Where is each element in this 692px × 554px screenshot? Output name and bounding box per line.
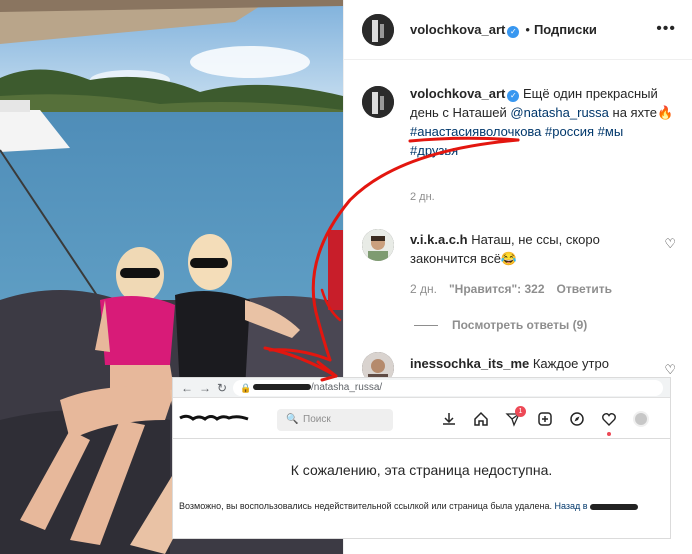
comment-timestamp[interactable]: 2 дн.	[410, 282, 437, 296]
error-title: К сожалению, эта страница недоступна.	[290, 462, 553, 478]
home-icon[interactable]	[472, 410, 490, 428]
replies-divider-line	[414, 325, 438, 327]
redacted-scribble	[253, 384, 311, 391]
author-line: volochkova_art ✓ • Подписки	[410, 22, 597, 38]
back-to-instagram-link[interactable]: Назад в	[555, 501, 588, 511]
like-comment-heart-icon[interactable]: ♡	[664, 236, 676, 252]
browser-toolbar: ← → ↻ 🔒 /natasha_russa/	[173, 378, 670, 398]
reload-icon[interactable]: ↻	[217, 381, 227, 395]
hashtag-link[interactable]: #друзья	[410, 143, 458, 158]
search-icon: 🔍	[286, 414, 299, 425]
hashtag-link[interactable]: #мы	[598, 124, 624, 139]
comment-item: inessochka_its_me Каждое утро	[410, 356, 609, 371]
instagram-navbar: 🔍 Поиск 1	[173, 399, 670, 439]
following-button[interactable]: Подписки	[534, 22, 597, 37]
author-username[interactable]: volochkova_art	[410, 22, 505, 37]
download-icon[interactable]	[440, 410, 458, 428]
instagram-logo-redacted	[179, 414, 249, 421]
new-post-icon[interactable]	[536, 410, 554, 428]
comment-username[interactable]: inessochka_its_me	[410, 356, 529, 371]
caption-mention-link[interactable]: @natasha_russa	[510, 105, 608, 120]
comment-likes[interactable]: "Нравится": 322	[449, 282, 545, 296]
comment-item: v.i.k.a.c.h Наташ, не ссы, скоро закончи…	[410, 230, 650, 268]
post-header: volochkova_art ✓ • Подписки •••	[344, 0, 692, 60]
redacted-scribble	[589, 503, 638, 510]
notifications-badge: 1	[515, 406, 526, 417]
comment-meta: 2 дн. "Нравится": 322 Ответить	[410, 282, 624, 296]
commenter-avatar[interactable]	[362, 229, 394, 261]
hashtag-link[interactable]: #анастасияволочкова	[410, 124, 541, 139]
author-avatar[interactable]	[362, 14, 394, 46]
comment-text: Каждое утро	[532, 356, 609, 371]
like-comment-heart-icon[interactable]: ♡	[664, 362, 676, 378]
separator-dot: •	[525, 22, 530, 37]
caption-author-avatar[interactable]	[362, 86, 394, 118]
caption-username[interactable]: volochkova_art	[410, 86, 505, 101]
forward-arrow-icon[interactable]: →	[199, 381, 211, 395]
view-replies-button[interactable]: Посмотреть ответы (9)	[414, 318, 587, 332]
lock-icon: 🔒	[240, 383, 252, 393]
more-options-icon[interactable]: •••	[656, 20, 676, 38]
error-message: Возможно, вы воспользовались недействите…	[179, 501, 666, 511]
search-placeholder: Поиск	[303, 414, 331, 425]
activity-indicator-dot	[607, 432, 611, 436]
inset-browser-screenshot: ← → ↻ 🔒 /natasha_russa/ 🔍 Поиск 1 К сожа…	[172, 377, 671, 539]
caption-timestamp[interactable]: 2 дн.	[410, 191, 435, 203]
url-path: /natasha_russa/	[311, 382, 383, 393]
explore-compass-icon[interactable]	[568, 410, 586, 428]
verified-badge-icon: ✓	[507, 90, 520, 102]
caption-text-2: на яхте🔥	[612, 105, 674, 120]
address-bar[interactable]: 🔒 /natasha_russa/	[233, 380, 663, 396]
search-input[interactable]: 🔍 Поиск	[277, 409, 393, 431]
hashtag-link[interactable]: #россия	[545, 124, 594, 139]
back-arrow-icon[interactable]: ←	[181, 381, 193, 395]
profile-avatar-icon[interactable]	[632, 410, 650, 428]
navbar-icons: 1	[440, 406, 650, 429]
comment-username[interactable]: v.i.k.a.c.h	[410, 232, 468, 247]
error-text: Возможно, вы воспользовались недействите…	[179, 501, 552, 511]
reply-button[interactable]: Ответить	[557, 282, 612, 296]
post-caption: volochkova_art ✓ Ещё один прекрасный день…	[410, 84, 678, 160]
direct-messages-icon[interactable]: 1	[504, 406, 526, 428]
activity-heart-icon[interactable]	[600, 410, 618, 428]
view-replies-label: Посмотреть ответы (9)	[452, 318, 588, 332]
verified-badge-icon: ✓	[507, 26, 520, 38]
